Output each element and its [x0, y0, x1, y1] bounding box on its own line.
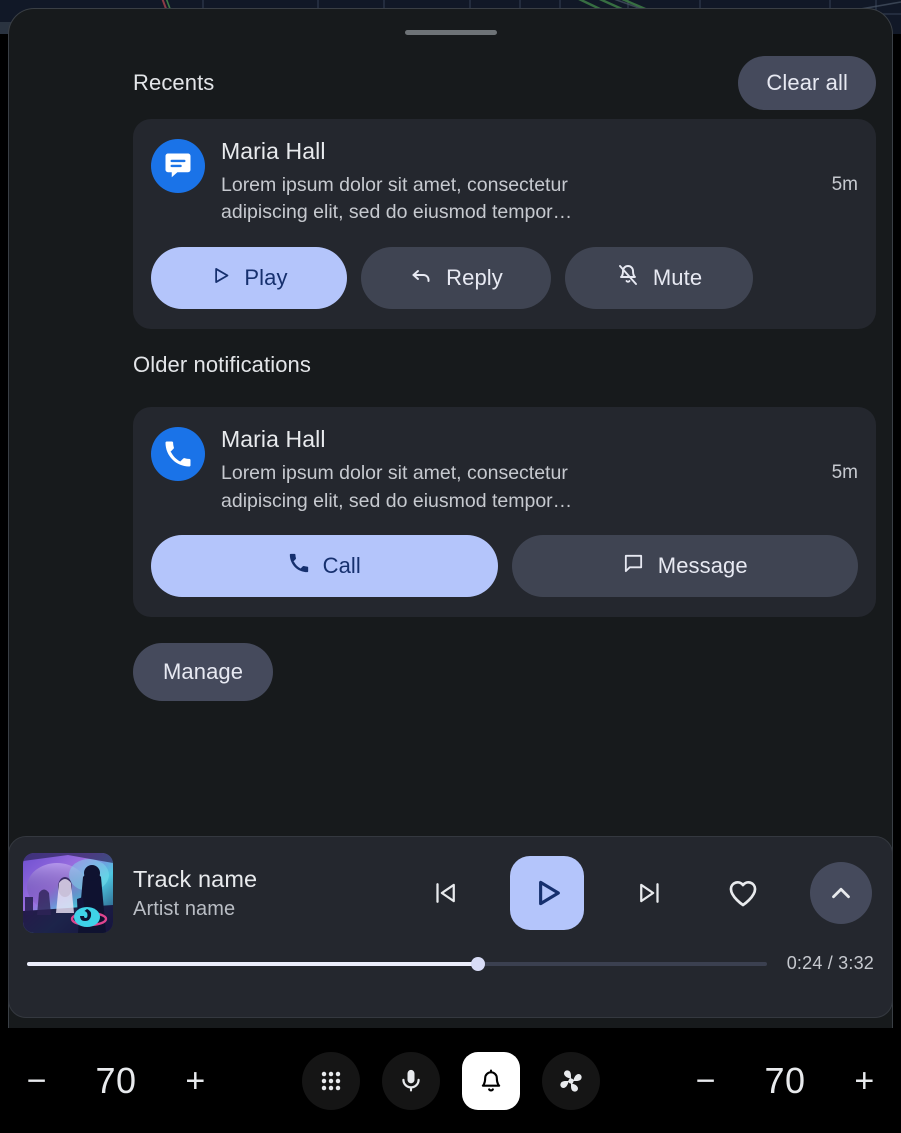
notification-time: 5m: [831, 173, 858, 195]
volume-control-left: − 70 +: [0, 1060, 232, 1102]
play-action-button[interactable]: Play: [151, 247, 347, 310]
volume-left-increase-button[interactable]: +: [171, 1064, 219, 1098]
card-header: Maria Hall Lorem ipsum dolor sit amet, c…: [151, 137, 858, 227]
volume-control-right: − 70 +: [669, 1060, 901, 1102]
notification-time: 5m: [831, 461, 858, 483]
mute-action-label: Mute: [652, 265, 703, 291]
notification-text: Lorem ipsum dolor sit amet, consectetur …: [221, 173, 573, 224]
notification-actions: Call Message: [151, 535, 858, 598]
reply-action-button[interactable]: Reply: [361, 247, 551, 310]
older-notifications-header: Older notifications: [133, 329, 876, 401]
volume-left-decrease-button[interactable]: −: [13, 1064, 61, 1098]
media-time-display: 0:24 / 3:32: [786, 953, 874, 973]
reply-icon: [409, 263, 433, 293]
volume-right-value: 70: [764, 1059, 806, 1101]
skip-next-icon[interactable]: [624, 867, 676, 919]
older-notifications-title: Older notifications: [133, 352, 311, 378]
call-action-label: Call: [322, 553, 361, 579]
recents-title: Recents: [133, 70, 215, 95]
volume-right-decrease-button[interactable]: −: [682, 1064, 730, 1098]
chat-bubble-icon: [622, 552, 645, 581]
heart-icon[interactable]: [715, 865, 771, 921]
play-button[interactable]: [510, 856, 585, 930]
media-player: Track name Artist name 0:24 / 3:32: [8, 836, 893, 1018]
message-action-label: Message: [657, 553, 748, 579]
notification-actions: Play Reply Mute: [151, 247, 858, 310]
artist-name: Artist name: [133, 897, 236, 920]
mute-action-button[interactable]: Mute: [565, 247, 753, 310]
notification-text: Lorem ipsum dolor sit amet, consectetur …: [221, 461, 573, 512]
media-metadata: Track name Artist name: [133, 866, 405, 921]
notifications-bell-button[interactable]: [461, 1051, 520, 1110]
progress-fill: [27, 961, 479, 966]
call-action-button[interactable]: Call: [151, 535, 498, 598]
notification-sender: Maria Hall: [221, 426, 326, 453]
notification-list: Recents Clear all Maria Hall Lorem ipsum…: [9, 53, 892, 823]
media-top-row: Track name Artist name: [9, 837, 892, 949]
phone-icon: [288, 552, 310, 580]
track-name: Track name: [133, 865, 258, 892]
clear-all-button[interactable]: Clear all: [738, 56, 876, 110]
apps-grid-button[interactable]: [301, 1051, 360, 1110]
reply-action-label: Reply: [446, 265, 503, 291]
play-icon: [210, 265, 231, 292]
message-action-button[interactable]: Message: [511, 535, 858, 598]
volume-right-increase-button[interactable]: +: [840, 1064, 888, 1098]
climate-fan-button[interactable]: [541, 1051, 600, 1110]
manage-button[interactable]: Manage: [133, 643, 274, 702]
nav-buttons: [232, 1051, 669, 1110]
chevron-up-icon[interactable]: [810, 862, 872, 924]
phone-icon: [151, 427, 205, 482]
notification-card-older[interactable]: Maria Hall Lorem ipsum dolor sit amet, c…: [133, 407, 876, 618]
card-header: Maria Hall Lorem ipsum dolor sit amet, c…: [151, 425, 858, 515]
skip-previous-icon[interactable]: [419, 867, 471, 919]
volume-left-value: 70: [95, 1059, 137, 1101]
album-art[interactable]: [23, 853, 113, 933]
message-icon: [151, 139, 205, 193]
progress-slider[interactable]: [27, 956, 767, 971]
play-action-label: Play: [244, 265, 288, 291]
card-subtitle-row: Lorem ipsum dolor sit amet, consectetur …: [221, 172, 858, 227]
notification-sender: Maria Hall: [221, 138, 326, 164]
bell-off-icon: [616, 263, 640, 293]
recents-header: Recents Clear all: [133, 53, 876, 113]
notification-card-recents[interactable]: Maria Hall Lorem ipsum dolor sit amet, c…: [133, 119, 876, 330]
automotive-screen: Recents Clear all Maria Hall Lorem ipsum…: [0, 0, 901, 1133]
card-body: Maria Hall Lorem ipsum dolor sit amet, c…: [221, 425, 858, 515]
card-subtitle-row: Lorem ipsum dolor sit amet, consectetur …: [221, 460, 858, 515]
bottom-nav-bar: − 70 + − 70 +: [0, 1028, 901, 1133]
card-body: Maria Hall Lorem ipsum dolor sit amet, c…: [221, 137, 858, 227]
microphone-button[interactable]: [381, 1051, 440, 1110]
progress-thumb[interactable]: [471, 956, 486, 971]
media-controls: [405, 856, 878, 930]
media-progress-row: 0:24 / 3:32: [9, 953, 892, 974]
panel-drag-handle[interactable]: [404, 30, 497, 35]
